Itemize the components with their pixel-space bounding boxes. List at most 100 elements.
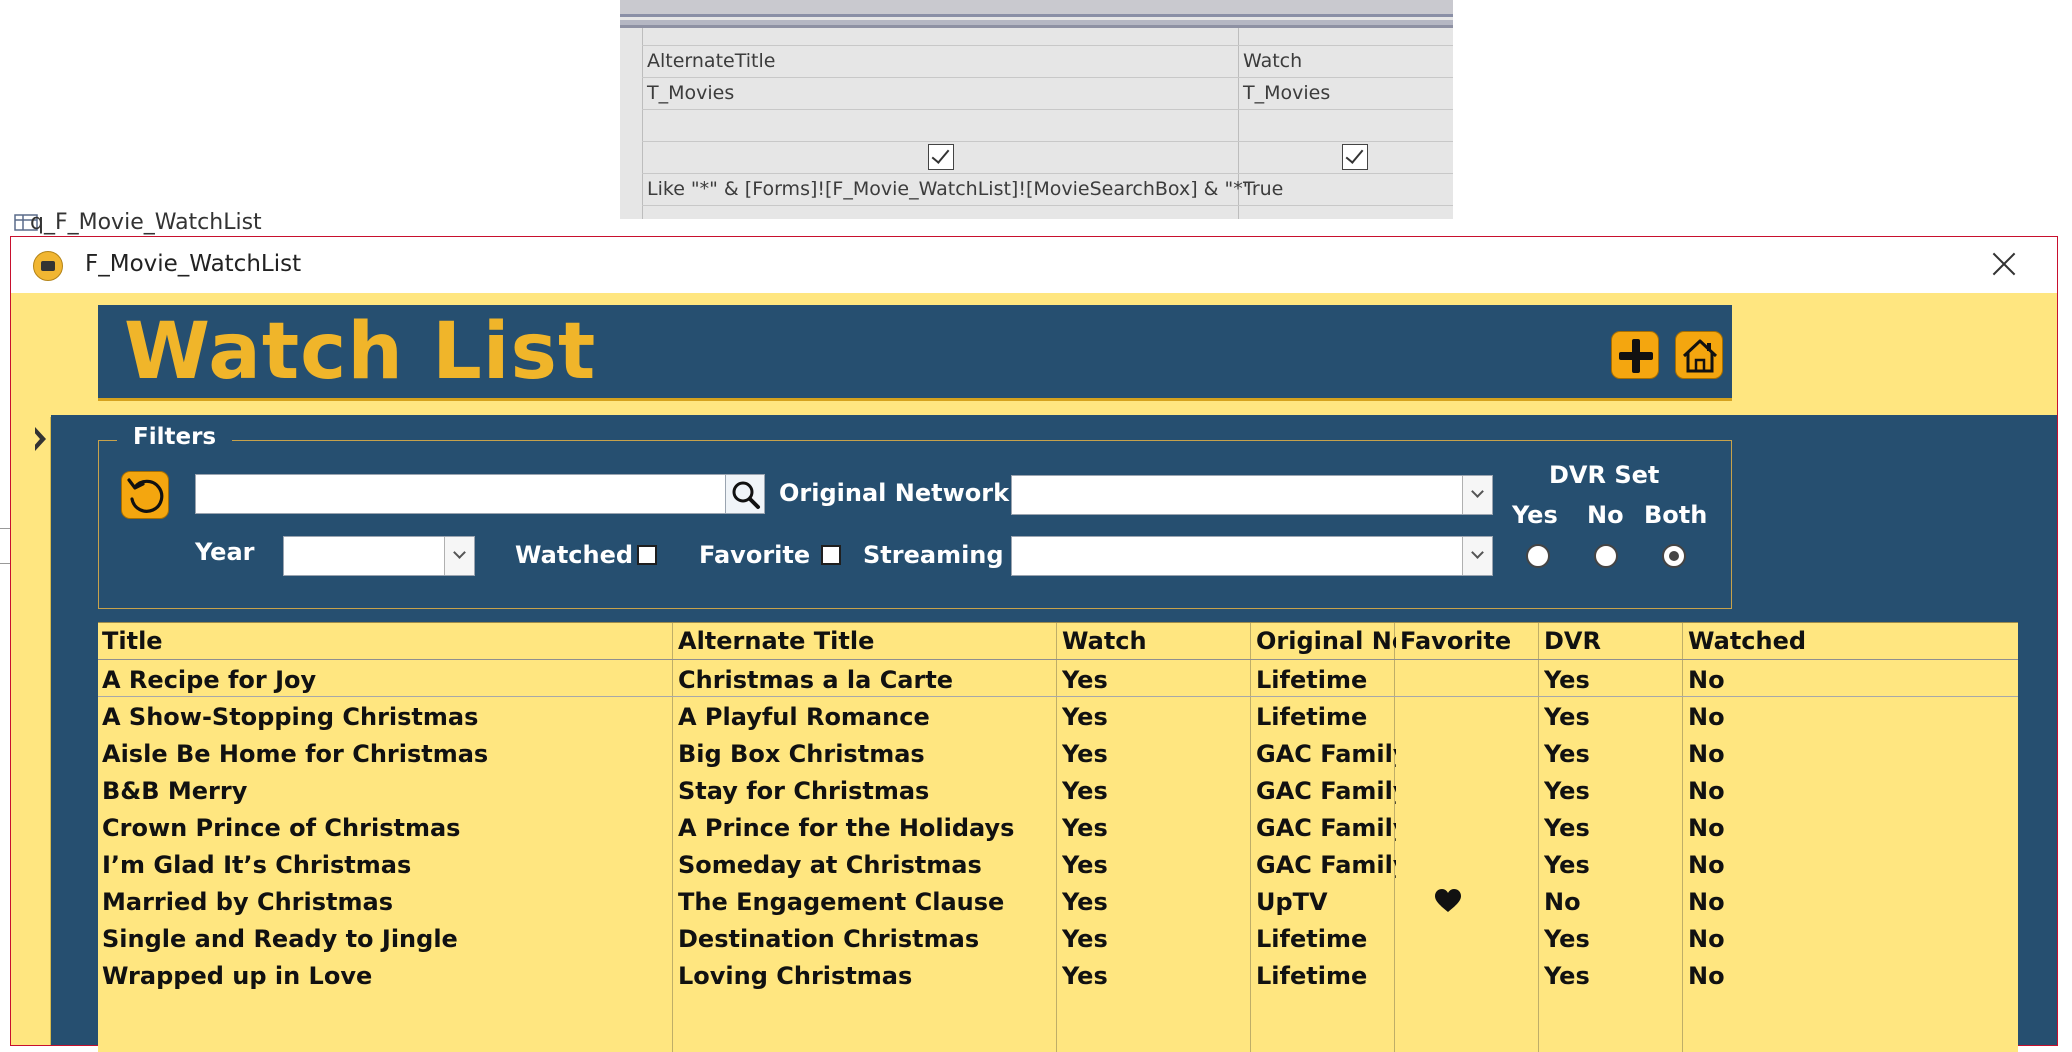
- chevron-down-icon[interactable]: [444, 537, 474, 575]
- table-cell-title[interactable]: A Recipe for Joy: [102, 666, 674, 694]
- grid-row-line: [642, 45, 1453, 46]
- add-movie-button[interactable]: [1611, 331, 1659, 379]
- table-cell-alternate-title[interactable]: Stay for Christmas: [678, 777, 1058, 805]
- table-cell-watched[interactable]: No: [1688, 814, 1988, 842]
- table-row[interactable]: A Show-Stopping Christmas A Playful Roman…: [98, 700, 2018, 737]
- close-button[interactable]: [1987, 247, 2021, 281]
- table-cell-watched[interactable]: No: [1688, 925, 1988, 953]
- table-row[interactable]: Aisle Be Home for Christmas Big Box Chris…: [98, 737, 2018, 774]
- dvr-yes-radio[interactable]: [1526, 544, 1550, 568]
- form-titlebar[interactable]: F_Movie_WatchList: [11, 237, 2057, 293]
- table-cell-alternate-title[interactable]: The Engagement Clause: [678, 888, 1058, 916]
- table-cell-dvr[interactable]: No: [1544, 888, 1684, 916]
- dvr-both-radio[interactable]: [1662, 544, 1686, 568]
- table-cell-alternate-title[interactable]: Big Box Christmas: [678, 740, 1058, 768]
- column-header[interactable]: Alternate Title: [678, 627, 1058, 655]
- table-cell-watch[interactable]: Yes: [1062, 888, 1252, 916]
- table-cell-watched[interactable]: No: [1688, 851, 1988, 879]
- table-cell-title[interactable]: A Show-Stopping Christmas: [102, 703, 674, 731]
- table-cell-watched[interactable]: No: [1688, 962, 1988, 990]
- grid-table-cell[interactable]: T_Movies: [647, 82, 734, 104]
- table-cell-network[interactable]: Lifetime: [1256, 703, 1396, 731]
- table-cell-watched[interactable]: No: [1688, 666, 1988, 694]
- grid-criteria-cell[interactable]: Like "*" & [Forms]![F_Movie_WatchList]![…: [647, 178, 1251, 200]
- table-cell-network[interactable]: GAC Family: [1256, 814, 1396, 842]
- table-cell-title[interactable]: Wrapped up in Love: [102, 962, 674, 990]
- grid-criteria-cell[interactable]: True: [1243, 178, 1283, 200]
- grid-table-cell[interactable]: T_Movies: [1243, 82, 1330, 104]
- table-cell-dvr[interactable]: Yes: [1544, 814, 1684, 842]
- table-cell-watch[interactable]: Yes: [1062, 777, 1252, 805]
- grid-show-checkbox[interactable]: [1342, 144, 1368, 170]
- table-cell-alternate-title[interactable]: A Playful Romance: [678, 703, 1058, 731]
- table-cell-alternate-title[interactable]: Christmas a la Carte: [678, 666, 1058, 694]
- table-cell-title[interactable]: B&B Merry: [102, 777, 674, 805]
- table-cell-watch[interactable]: Yes: [1062, 703, 1252, 731]
- table-cell-watch[interactable]: Yes: [1062, 666, 1252, 694]
- watched-checkbox[interactable]: [637, 545, 657, 565]
- table-cell-watched[interactable]: No: [1688, 740, 1988, 768]
- table-cell-alternate-title[interactable]: Loving Christmas: [678, 962, 1058, 990]
- column-header[interactable]: Watched: [1688, 627, 1988, 655]
- column-header[interactable]: Favorite: [1400, 627, 1540, 655]
- search-button[interactable]: [725, 474, 765, 514]
- grid-field-cell[interactable]: AlternateTitle: [647, 50, 775, 72]
- streaming-combo[interactable]: [1011, 536, 1493, 576]
- grid-field-cell[interactable]: Watch: [1243, 50, 1302, 72]
- table-cell-watch[interactable]: Yes: [1062, 814, 1252, 842]
- grid-splitter[interactable]: [620, 0, 1453, 17]
- table-cell-watch[interactable]: Yes: [1062, 962, 1252, 990]
- table-cell-watched[interactable]: No: [1688, 703, 1988, 731]
- table-row[interactable]: Wrapped up in Love Loving Christmas Yes Lif…: [98, 959, 2018, 996]
- table-cell-title[interactable]: Single and Ready to Jingle: [102, 925, 674, 953]
- dvr-no-radio[interactable]: [1594, 544, 1618, 568]
- column-header[interactable]: Original Network: [1256, 627, 1396, 655]
- table-cell-watched[interactable]: No: [1688, 888, 1988, 916]
- column-header[interactable]: Watch: [1062, 627, 1252, 655]
- table-cell-alternate-title[interactable]: Someday at Christmas: [678, 851, 1058, 879]
- table-cell-network[interactable]: Lifetime: [1256, 962, 1396, 990]
- table-cell-title[interactable]: I’m Glad It’s Christmas: [102, 851, 674, 879]
- table-cell-network[interactable]: GAC Family: [1256, 777, 1396, 805]
- table-cell-dvr[interactable]: Yes: [1544, 703, 1684, 731]
- chevron-down-icon[interactable]: [1462, 476, 1492, 514]
- table-cell-network[interactable]: Lifetime: [1256, 666, 1396, 694]
- column-header[interactable]: Title: [102, 627, 674, 655]
- table-cell-dvr[interactable]: Yes: [1544, 851, 1684, 879]
- table-cell-alternate-title[interactable]: Destination Christmas: [678, 925, 1058, 953]
- original-network-combo[interactable]: [1011, 475, 1493, 515]
- table-row[interactable]: B&B Merry Stay for Christmas Yes GAC Family…: [98, 774, 2018, 811]
- grid-show-checkbox[interactable]: [928, 144, 954, 170]
- table-row[interactable]: Crown Prince of Christmas A Prince for th…: [98, 811, 2018, 848]
- year-combo[interactable]: [283, 536, 475, 576]
- record-selector[interactable]: [11, 417, 51, 1045]
- table-cell-dvr[interactable]: Yes: [1544, 925, 1684, 953]
- table-cell-dvr[interactable]: Yes: [1544, 962, 1684, 990]
- table-row[interactable]: Single and Ready to Jingle Destination Ch…: [98, 922, 2018, 959]
- table-cell-alternate-title[interactable]: A Prince for the Holidays: [678, 814, 1058, 842]
- home-button[interactable]: [1675, 331, 1723, 379]
- table-cell-title[interactable]: Crown Prince of Christmas: [102, 814, 674, 842]
- table-row[interactable]: I’m Glad It’s Christmas Someday at Christ…: [98, 848, 2018, 885]
- table-cell-title[interactable]: Aisle Be Home for Christmas: [102, 740, 674, 768]
- table-row[interactable]: Married by Christmas The Engagement Claus…: [98, 885, 2018, 922]
- background-window-title[interactable]: q_F_Movie_WatchList: [30, 210, 262, 235]
- table-cell-network[interactable]: Lifetime: [1256, 925, 1396, 953]
- favorite-checkbox[interactable]: [821, 545, 841, 565]
- table-cell-network[interactable]: UpTV: [1256, 888, 1396, 916]
- table-cell-dvr[interactable]: Yes: [1544, 666, 1684, 694]
- column-header[interactable]: DVR: [1544, 627, 1684, 655]
- table-cell-watch[interactable]: Yes: [1062, 925, 1252, 953]
- table-cell-title[interactable]: Married by Christmas: [102, 888, 674, 916]
- table-cell-watched[interactable]: No: [1688, 777, 1988, 805]
- table-cell-network[interactable]: GAC Family: [1256, 851, 1396, 879]
- table-cell-watch[interactable]: Yes: [1062, 851, 1252, 879]
- table-row[interactable]: A Recipe for Joy Christmas a la Carte Yes L…: [98, 663, 2018, 700]
- table-cell-network[interactable]: GAC Family: [1256, 740, 1396, 768]
- table-cell-dvr[interactable]: Yes: [1544, 777, 1684, 805]
- table-cell-dvr[interactable]: Yes: [1544, 740, 1684, 768]
- chevron-down-icon[interactable]: [1462, 537, 1492, 575]
- reset-filters-button[interactable]: [121, 471, 169, 519]
- table-cell-watch[interactable]: Yes: [1062, 740, 1252, 768]
- movie-search-input[interactable]: [195, 474, 727, 514]
